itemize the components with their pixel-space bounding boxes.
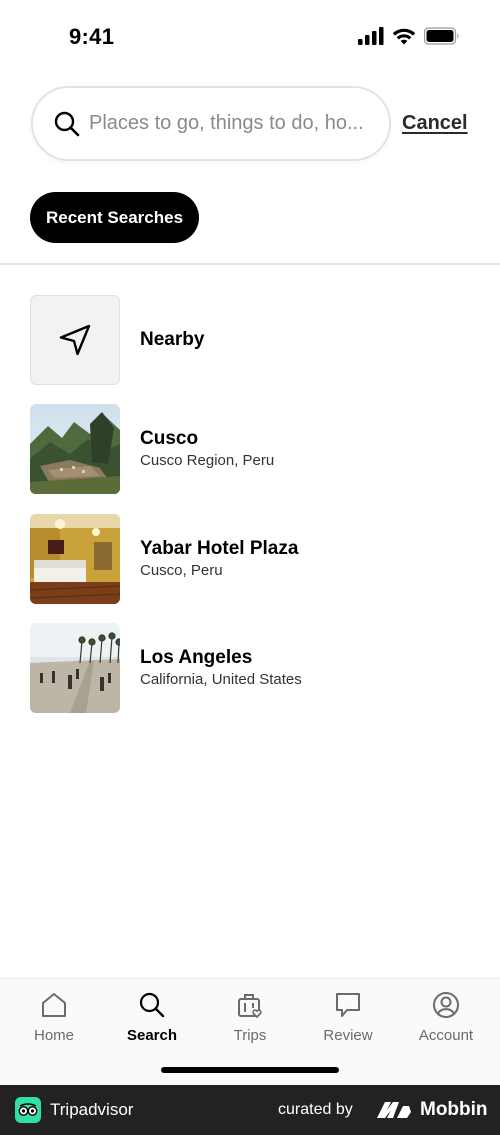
los-angeles-thumbnail bbox=[30, 623, 120, 713]
nav-label: Account bbox=[418, 1027, 474, 1044]
nav-label: Review bbox=[323, 1027, 373, 1044]
status-bar: 9:41 bbox=[0, 0, 500, 72]
list-item-title: Cusco bbox=[140, 428, 199, 449]
divider bbox=[0, 263, 500, 265]
list-item-subtitle: Cusco, Peru bbox=[140, 562, 223, 579]
list-item-title: Los Angeles bbox=[140, 647, 253, 668]
curated-by-text: curated by bbox=[278, 1101, 353, 1118]
navigation-arrow-icon bbox=[59, 324, 91, 356]
hotel-thumbnail bbox=[30, 514, 120, 604]
nav-home[interactable]: Home bbox=[5, 991, 103, 1051]
list-item-los-angeles[interactable]: Los Angeles California, United States bbox=[30, 623, 470, 713]
home-icon bbox=[42, 993, 66, 1017]
mobbin-logo-icon bbox=[377, 1102, 411, 1118]
list-item-nearby[interactable]: Nearby bbox=[30, 295, 470, 385]
mobbin-brand: Mobbin bbox=[420, 1099, 488, 1120]
cancel-button[interactable]: Cancel bbox=[402, 112, 468, 135]
home-indicator bbox=[161, 1067, 339, 1073]
battery-icon bbox=[424, 27, 459, 45]
nav-trips[interactable]: Trips bbox=[201, 991, 299, 1051]
nav-label: Search bbox=[126, 1027, 178, 1044]
list-item-yabar-hotel-plaza[interactable]: Yabar Hotel Plaza Cusco, Peru bbox=[30, 514, 470, 604]
wifi-icon bbox=[392, 28, 416, 45]
recent-searches-pill[interactable]: Recent Searches bbox=[30, 192, 200, 243]
list-item-title: Nearby bbox=[140, 329, 205, 350]
footer-banner: Tripadvisor curated by Mobbin bbox=[0, 1085, 500, 1135]
search-input[interactable]: Places to go, things to do, ho... bbox=[31, 86, 391, 161]
account-icon bbox=[433, 992, 459, 1018]
nav-label: Trips bbox=[233, 1027, 267, 1044]
search-icon bbox=[54, 111, 80, 136]
search-placeholder: Places to go, things to do, ho... bbox=[89, 112, 364, 134]
nav-label: Home bbox=[33, 1027, 74, 1044]
nav-account[interactable]: Account bbox=[397, 991, 495, 1051]
list-item-cusco[interactable]: Cusco Cusco Region, Peru bbox=[30, 404, 470, 494]
search-icon bbox=[139, 992, 165, 1018]
trips-icon bbox=[238, 994, 262, 1019]
cusco-thumbnail bbox=[30, 404, 120, 494]
status-time: 9:41 bbox=[69, 24, 115, 49]
nav-review[interactable]: Review bbox=[299, 991, 397, 1051]
status-icons bbox=[358, 27, 460, 45]
review-icon bbox=[336, 993, 360, 1017]
list-item-subtitle: Cusco Region, Peru bbox=[140, 452, 275, 469]
list-item-subtitle: California, United States bbox=[140, 671, 302, 688]
signal-icon bbox=[358, 27, 384, 45]
tripadvisor-brand: Tripadvisor bbox=[50, 1100, 134, 1119]
nearby-thumbnail bbox=[30, 295, 120, 385]
tripadvisor-logo-icon bbox=[15, 1097, 41, 1123]
nav-search[interactable]: Search bbox=[103, 991, 201, 1051]
list-item-title: Yabar Hotel Plaza bbox=[140, 538, 299, 559]
